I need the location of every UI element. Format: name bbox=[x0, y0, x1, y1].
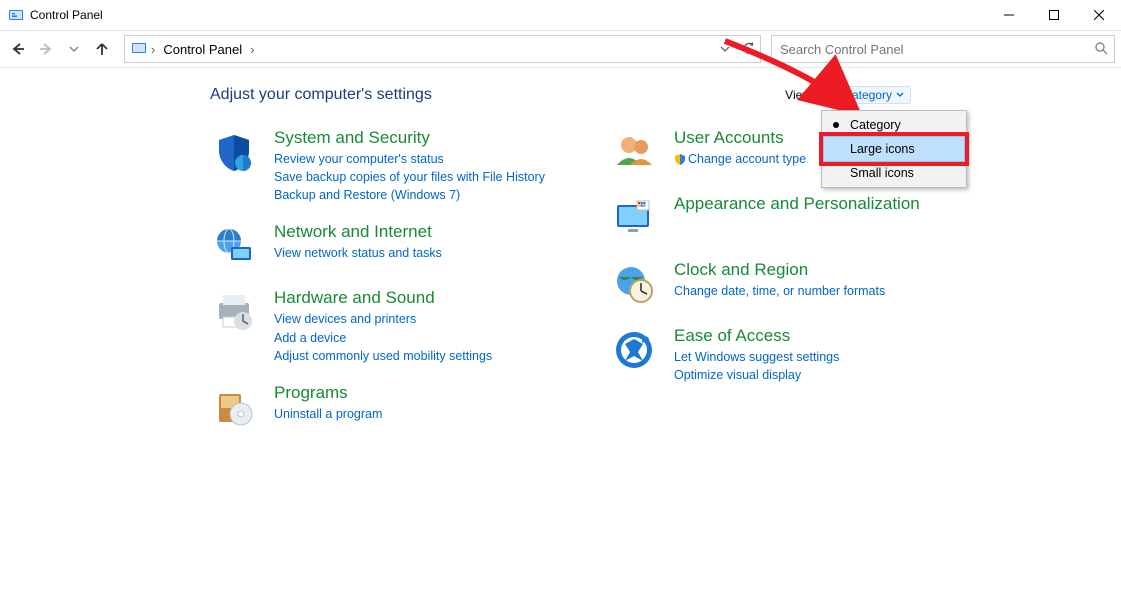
category-link[interactable]: Uninstall a program bbox=[274, 405, 382, 423]
category-link[interactable]: View network status and tasks bbox=[274, 244, 442, 262]
chevron-right-icon[interactable]: › bbox=[246, 42, 258, 57]
close-button[interactable] bbox=[1076, 0, 1121, 30]
monitor-paint-icon bbox=[610, 194, 658, 242]
shield-icon bbox=[210, 128, 258, 176]
address-dropdown-button[interactable] bbox=[720, 36, 730, 62]
selected-dot-icon bbox=[833, 122, 839, 128]
maximize-button[interactable] bbox=[1031, 0, 1076, 30]
category-appearance-personalization: Appearance and Personalization bbox=[610, 194, 950, 242]
category-link[interactable]: Review your computer's status bbox=[274, 150, 545, 168]
category-title[interactable]: Network and Internet bbox=[274, 222, 442, 242]
category-clock-region: Clock and Region Change date, time, or n… bbox=[610, 260, 950, 308]
menu-item-label: Category bbox=[850, 118, 901, 132]
menu-item-label: Large icons bbox=[850, 142, 915, 156]
view-by-menu: Category Large icons Small icons bbox=[821, 110, 967, 188]
breadcrumb-root[interactable]: Control Panel bbox=[159, 42, 246, 57]
category-link[interactable]: Save backup copies of your files with Fi… bbox=[274, 168, 545, 186]
minimize-button[interactable] bbox=[986, 0, 1031, 30]
category-link[interactable]: Adjust commonly used mobility settings bbox=[274, 347, 492, 365]
category-title[interactable]: Hardware and Sound bbox=[274, 288, 492, 308]
clock-globe-icon bbox=[610, 260, 658, 308]
category-ease-of-access: Ease of Access Let Windows suggest setti… bbox=[610, 326, 950, 384]
control-panel-icon bbox=[8, 7, 24, 23]
category-title[interactable]: Clock and Region bbox=[674, 260, 885, 280]
view-by: View by: Category bbox=[785, 86, 911, 104]
view-menu-item-large-icons[interactable]: Large icons bbox=[823, 136, 965, 162]
search-box[interactable] bbox=[771, 35, 1115, 63]
search-input[interactable] bbox=[778, 41, 1094, 58]
back-button[interactable] bbox=[6, 37, 30, 61]
category-title[interactable]: Appearance and Personalization bbox=[674, 194, 920, 214]
category-title[interactable]: System and Security bbox=[274, 128, 545, 148]
category-hardware-sound: Hardware and Sound View devices and prin… bbox=[210, 288, 550, 364]
page-heading: Adjust your computer's settings bbox=[210, 86, 1061, 104]
category-network-internet: Network and Internet View network status… bbox=[210, 222, 550, 270]
address-bar[interactable]: › Control Panel › bbox=[124, 35, 761, 63]
category-title[interactable]: Ease of Access bbox=[674, 326, 839, 346]
category-link[interactable]: Change account type bbox=[674, 150, 806, 168]
category-link[interactable]: View devices and printers bbox=[274, 310, 492, 328]
view-by-label: View by: bbox=[785, 88, 830, 102]
view-by-dropdown[interactable]: Category bbox=[836, 86, 911, 104]
uac-shield-icon bbox=[674, 153, 686, 165]
category-title[interactable]: Programs bbox=[274, 383, 382, 403]
up-button[interactable] bbox=[90, 37, 114, 61]
category-link[interactable]: Let Windows suggest settings bbox=[674, 348, 839, 366]
menu-item-label: Small icons bbox=[850, 166, 914, 180]
category-link[interactable]: Optimize visual display bbox=[674, 366, 839, 384]
category-link[interactable]: Backup and Restore (Windows 7) bbox=[274, 186, 545, 204]
category-column-left: System and Security Review your computer… bbox=[210, 128, 550, 449]
category-system-security: System and Security Review your computer… bbox=[210, 128, 550, 204]
view-by-current: Category bbox=[843, 88, 892, 102]
category-link[interactable]: Add a device bbox=[274, 329, 492, 347]
chevron-down-icon bbox=[896, 91, 904, 99]
search-icon[interactable] bbox=[1094, 41, 1108, 58]
nav-bar: › Control Panel › bbox=[0, 31, 1121, 68]
recent-locations-button[interactable] bbox=[62, 37, 86, 61]
printer-icon bbox=[210, 288, 258, 336]
chevron-right-icon[interactable]: › bbox=[147, 42, 159, 57]
ease-of-access-icon bbox=[610, 326, 658, 374]
users-icon bbox=[610, 128, 658, 176]
category-link[interactable]: Change date, time, or number formats bbox=[674, 282, 885, 300]
forward-button[interactable] bbox=[34, 37, 58, 61]
disc-box-icon bbox=[210, 383, 258, 431]
category-title[interactable]: User Accounts bbox=[674, 128, 806, 148]
title-bar: Control Panel bbox=[0, 0, 1121, 31]
view-menu-item-small-icons[interactable]: Small icons bbox=[824, 161, 964, 185]
window-title: Control Panel bbox=[30, 8, 103, 22]
category-programs: Programs Uninstall a program bbox=[210, 383, 550, 431]
control-panel-icon bbox=[131, 40, 147, 59]
view-menu-item-category[interactable]: Category bbox=[824, 113, 964, 137]
refresh-button[interactable] bbox=[742, 36, 756, 62]
globe-network-icon bbox=[210, 222, 258, 270]
